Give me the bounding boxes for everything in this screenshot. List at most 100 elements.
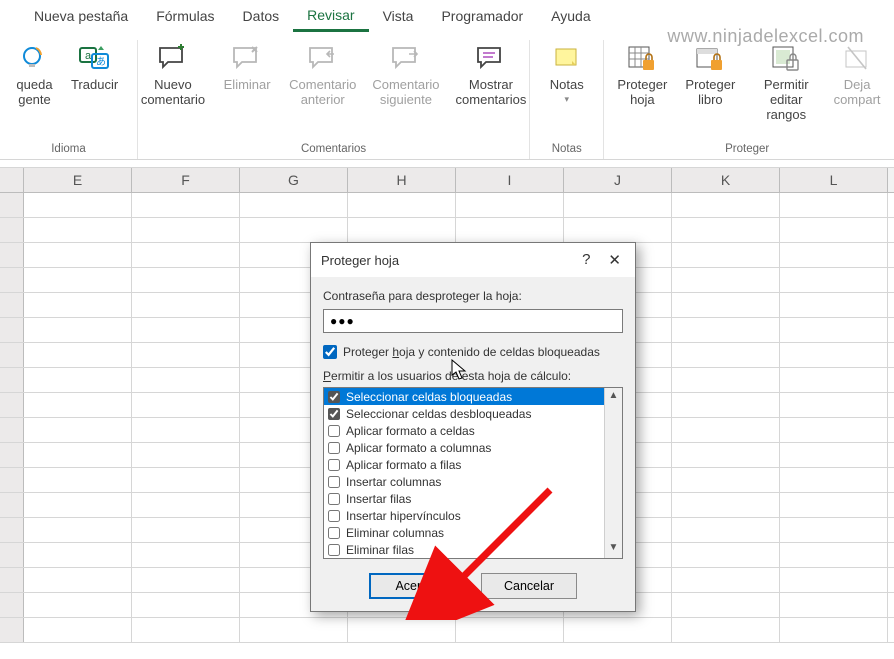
permission-item[interactable]: Insertar filas (324, 490, 604, 507)
dialog-titlebar[interactable]: Proteger hoja ? ✕ (311, 243, 635, 277)
cell[interactable] (24, 443, 132, 467)
permission-checkbox[interactable] (328, 408, 340, 420)
cell[interactable] (348, 193, 456, 217)
col-header[interactable]: E (24, 168, 132, 192)
cell[interactable] (24, 393, 132, 417)
cell[interactable] (24, 218, 132, 242)
permission-checkbox[interactable] (328, 391, 340, 403)
cell[interactable] (132, 343, 240, 367)
cell[interactable] (780, 218, 888, 242)
permission-checkbox[interactable] (328, 476, 340, 488)
permission-checkbox[interactable] (328, 544, 340, 556)
cell[interactable] (24, 593, 132, 617)
cell[interactable] (24, 318, 132, 342)
cell[interactable] (132, 193, 240, 217)
cell[interactable] (780, 493, 888, 517)
cell[interactable] (132, 293, 240, 317)
cell[interactable] (564, 218, 672, 242)
permission-item[interactable]: Aplicar formato a celdas (324, 422, 604, 439)
cell[interactable] (132, 218, 240, 242)
cell[interactable] (240, 218, 348, 242)
cell[interactable] (780, 193, 888, 217)
col-header[interactable]: K (672, 168, 780, 192)
cell[interactable] (132, 493, 240, 517)
cell[interactable] (780, 468, 888, 492)
cell[interactable] (672, 593, 780, 617)
cell[interactable] (24, 468, 132, 492)
scrollbar[interactable]: ▲ ▼ (604, 388, 622, 558)
permission-item[interactable]: Eliminar filas (324, 541, 604, 558)
cell[interactable] (132, 393, 240, 417)
cell[interactable] (132, 543, 240, 567)
cell[interactable] (348, 218, 456, 242)
cell[interactable] (672, 493, 780, 517)
cell[interactable] (780, 318, 888, 342)
cell[interactable] (24, 493, 132, 517)
cell[interactable] (780, 593, 888, 617)
cell[interactable] (24, 343, 132, 367)
permission-checkbox[interactable] (328, 493, 340, 505)
scroll-up-icon[interactable]: ▲ (605, 388, 622, 406)
ribbon-btn-traducir[interactable]: aあ Traducir (65, 40, 125, 110)
cell[interactable] (672, 468, 780, 492)
col-header[interactable]: L (780, 168, 888, 192)
cell[interactable] (672, 243, 780, 267)
cell[interactable] (24, 518, 132, 542)
cell[interactable] (456, 218, 564, 242)
cell[interactable] (132, 593, 240, 617)
cell[interactable] (672, 543, 780, 567)
dialog-close-button[interactable]: ✕ (608, 251, 621, 269)
tab-programador[interactable]: Programador (427, 4, 537, 30)
cell[interactable] (132, 443, 240, 467)
tab-nueva-pestana[interactable]: Nueva pestaña (20, 4, 142, 30)
ribbon-btn-mostrar-comentarios[interactable]: Mostrar comentarios (452, 40, 531, 110)
cell[interactable] (24, 618, 132, 642)
permission-item[interactable]: Insertar columnas (324, 473, 604, 490)
tab-ayuda[interactable]: Ayuda (537, 4, 604, 30)
permission-item[interactable]: Aplicar formato a columnas (324, 439, 604, 456)
cell[interactable] (24, 293, 132, 317)
cell[interactable] (780, 443, 888, 467)
cell[interactable] (672, 293, 780, 317)
ribbon-btn-notas[interactable]: Notas ▾ (537, 40, 597, 107)
tab-revisar[interactable]: Revisar (293, 3, 368, 32)
cell[interactable] (24, 568, 132, 592)
cell[interactable] (132, 243, 240, 267)
ribbon-btn-proteger-hoja[interactable]: Proteger hoja (612, 40, 672, 125)
permission-checkbox[interactable] (328, 425, 340, 437)
cell[interactable] (24, 418, 132, 442)
ribbon-btn-proteger-libro[interactable]: Proteger libro (680, 40, 740, 125)
cell[interactable] (132, 318, 240, 342)
cell[interactable] (780, 368, 888, 392)
cell[interactable] (24, 368, 132, 392)
permission-item[interactable]: Seleccionar celdas bloqueadas (324, 388, 604, 405)
cell[interactable] (672, 568, 780, 592)
cell[interactable] (132, 368, 240, 392)
cell[interactable] (456, 193, 564, 217)
cell[interactable] (780, 343, 888, 367)
permission-checkbox[interactable] (328, 442, 340, 454)
cell[interactable] (132, 568, 240, 592)
ribbon-btn-busqueda[interactable]: queda gente (12, 40, 56, 110)
cell[interactable] (24, 243, 132, 267)
cell[interactable] (564, 193, 672, 217)
scroll-down-icon[interactable]: ▼ (605, 540, 622, 558)
cell[interactable] (780, 543, 888, 567)
cell[interactable] (780, 418, 888, 442)
tab-vista[interactable]: Vista (369, 4, 428, 30)
cell[interactable] (132, 618, 240, 642)
cell[interactable] (780, 518, 888, 542)
cell[interactable] (672, 518, 780, 542)
tab-formulas[interactable]: Fórmulas (142, 4, 228, 30)
col-header[interactable]: H (348, 168, 456, 192)
cancel-button[interactable]: Cancelar (481, 573, 577, 599)
permissions-listbox[interactable]: Seleccionar celdas bloqueadasSeleccionar… (323, 387, 623, 559)
cell[interactable] (24, 543, 132, 567)
cell[interactable] (132, 268, 240, 292)
cell[interactable] (132, 418, 240, 442)
col-header[interactable]: G (240, 168, 348, 192)
cell[interactable] (780, 618, 888, 642)
cell[interactable] (672, 393, 780, 417)
cell[interactable] (780, 393, 888, 417)
cell[interactable] (672, 218, 780, 242)
